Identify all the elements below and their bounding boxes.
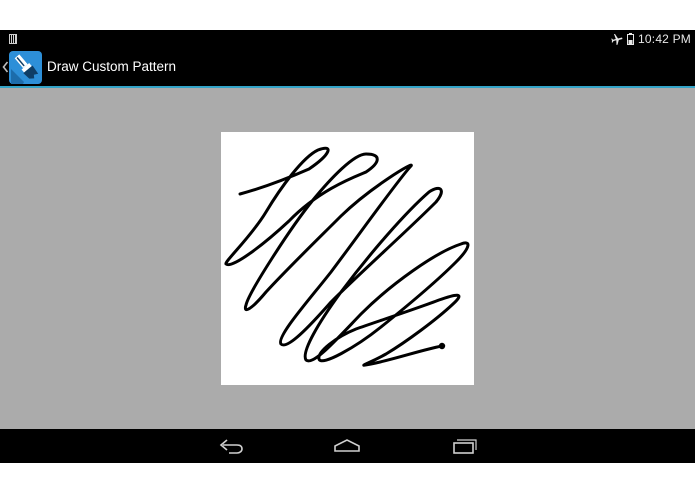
recent-apps-button[interactable]	[445, 432, 485, 460]
drawing-canvas[interactable]	[221, 132, 474, 385]
back-button[interactable]	[211, 432, 251, 460]
home-button[interactable]	[327, 432, 367, 460]
status-icons: 10:42 PM	[611, 30, 691, 48]
home-icon	[334, 439, 360, 452]
drawn-pattern-stroke	[224, 146, 470, 367]
navigation-bar	[0, 429, 695, 463]
action-bar: Draw Custom Pattern	[0, 48, 695, 88]
page-title: Draw Custom Pattern	[47, 59, 177, 74]
status-bar: 10:42 PM	[0, 30, 695, 48]
clock: 10:42 PM	[638, 32, 691, 46]
airplane-mode-icon	[611, 34, 623, 45]
up-caret-icon[interactable]	[2, 61, 9, 73]
recent-apps-icon	[453, 439, 477, 454]
battery-icon	[627, 33, 635, 45]
content-area	[0, 88, 695, 429]
notification-icon	[9, 34, 17, 44]
back-icon	[219, 439, 243, 454]
app-brush-icon[interactable]	[9, 51, 42, 84]
